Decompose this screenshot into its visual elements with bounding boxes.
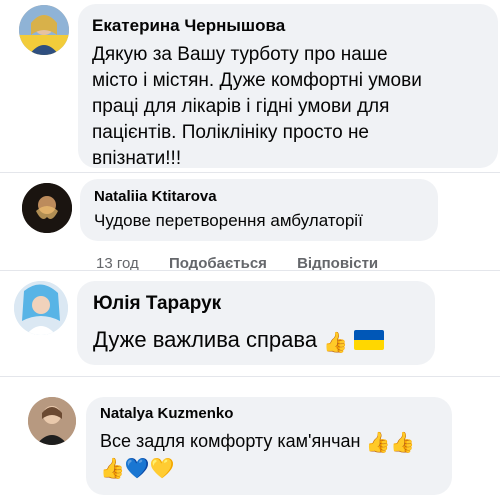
avatar[interactable] [19,5,69,55]
comment-text-line: Все задля комфорту кам'янчан 👍👍 [100,428,438,454]
comment-text-line: впізнати!!! [92,148,182,169]
reply-button[interactable]: Відповісти [297,255,378,270]
comment-1: Екатерина Чернышова Дякую за Вашу турбот… [0,0,500,172]
comment-bubble: Nataliia Ktitarova Чудове перетворення а… [80,179,438,241]
comment-text-content: Дуже важлива справа [93,327,318,352]
comment-emoji-line: 👍💙💛 [100,454,438,480]
comment-text: Дуже важлива справа 👍 [93,327,419,353]
comment-author[interactable]: Екатерина Чернышова [92,16,484,36]
thumbs-up-emoji: 👍👍 [365,432,416,454]
emoji-sequence: 👍💙💛 [100,458,175,480]
avatar[interactable] [28,397,76,445]
comment-text-line: місто і містян. Дуже комфортні умови [92,70,422,91]
thumbs-up-emoji: 👍 [323,332,349,354]
comment-author[interactable]: Nataliia Ktitarova [94,188,424,205]
like-button[interactable]: Подобається [169,255,267,270]
ukraine-flag-emoji [354,330,385,350]
comment-text-line: праці для лікарів і гідні умови для [92,96,390,117]
comment-text-line: пацієнтів. Поліклініку просто не [92,122,370,143]
comment-4: Natalya Kuzmenko Все задля комфорту кам'… [0,376,500,500]
comment-text: Чудове перетворення амбулаторії [94,211,363,230]
comment-bubble: Natalya Kuzmenko Все задля комфорту кам'… [86,397,452,495]
comment-bubble: Екатерина Чернышова Дякую за Вашу турбот… [78,4,498,169]
comment-meta: 13 год Подобається Відповісти [96,255,404,270]
comment-text-content: Все задля комфорту кам'янчан [100,431,361,451]
comment-time[interactable]: 13 год [96,255,139,270]
avatar[interactable] [22,183,72,233]
comment-2: Nataliia Ktitarova Чудове перетворення а… [0,172,500,270]
comment-bubble: Юлія Тарарук Дуже важлива справа 👍 [77,281,435,365]
avatar[interactable] [14,281,68,335]
comment-text-line: Дякую за Вашу турботу про наше [92,44,388,65]
comment-3: Юлія Тарарук Дуже важлива справа 👍 [0,270,500,376]
comment-author[interactable]: Natalya Kuzmenko [100,405,438,422]
comment-author[interactable]: Юлія Тарарук [93,293,419,315]
